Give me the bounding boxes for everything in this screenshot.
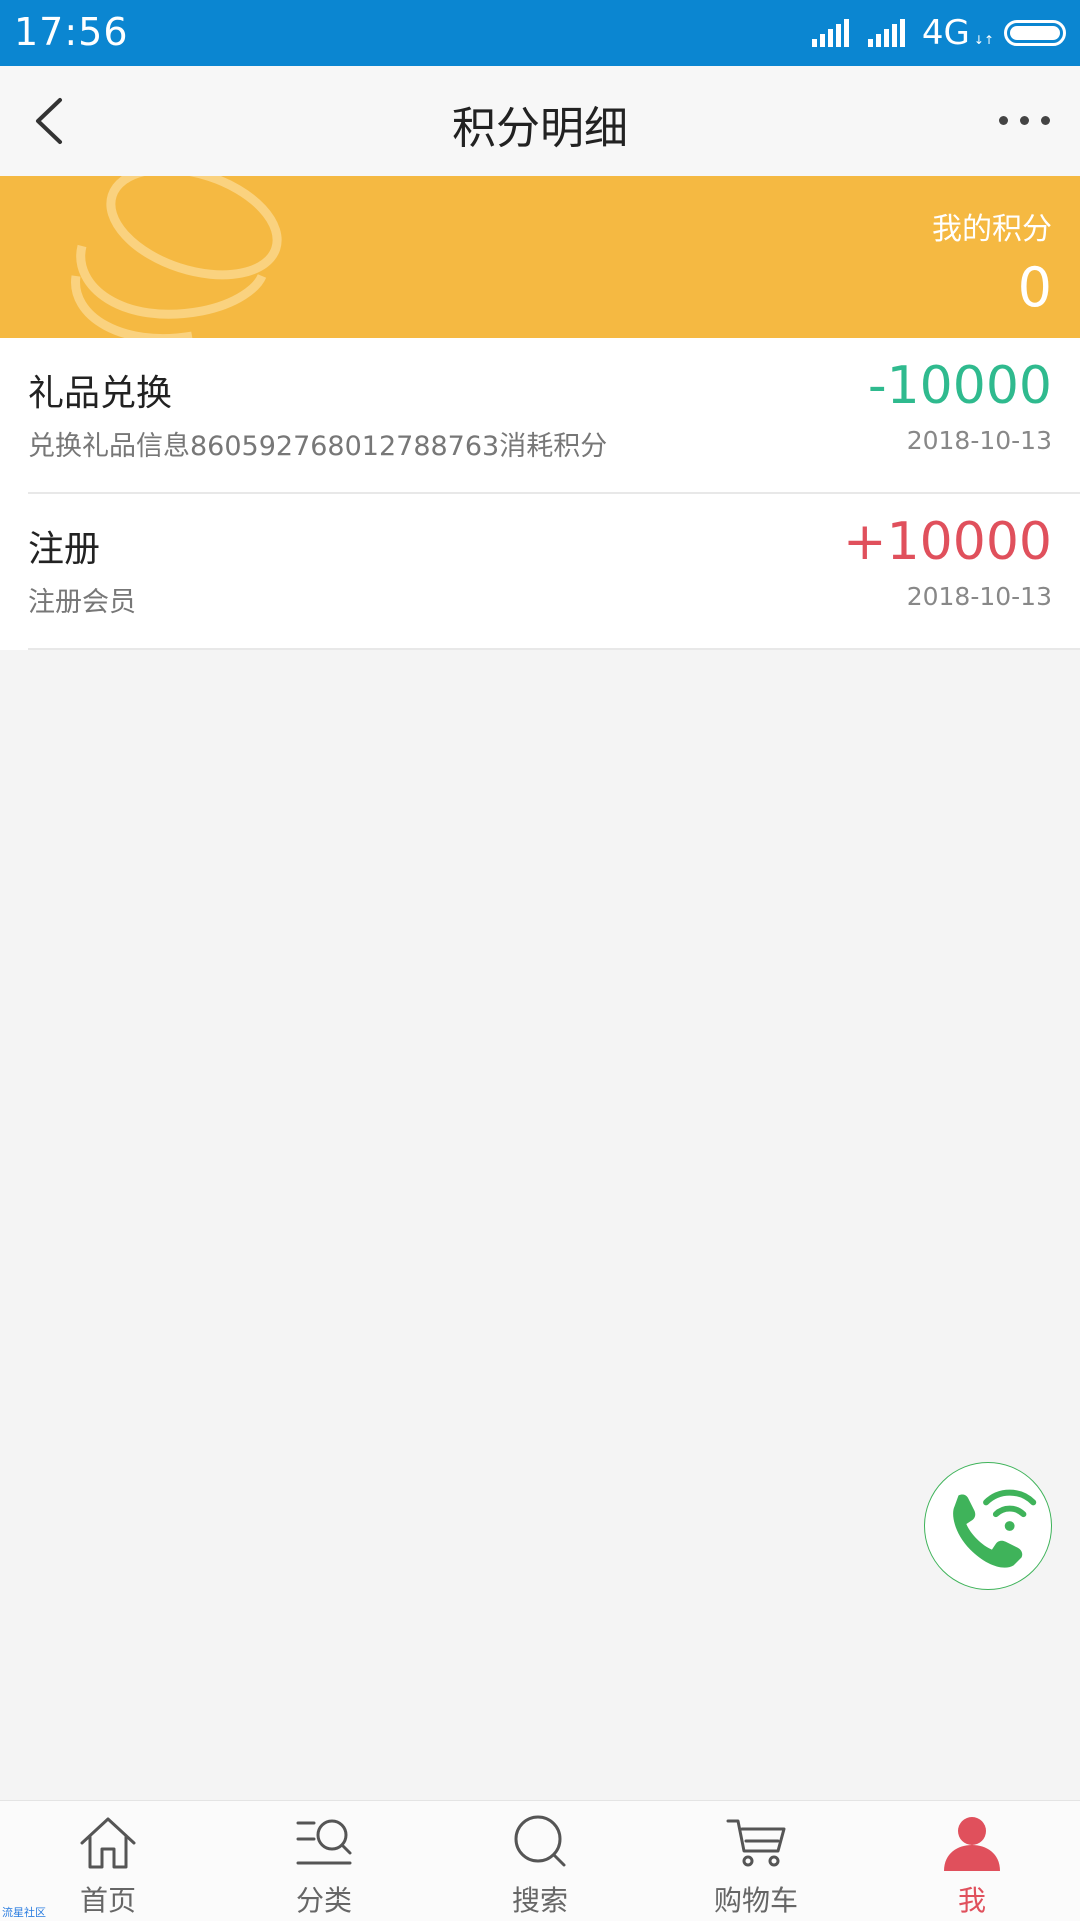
record-description: 注册会员 bbox=[28, 587, 136, 618]
record-title: 礼品兑换 bbox=[28, 373, 173, 414]
call-button[interactable] bbox=[924, 1462, 1052, 1590]
points-record-list: 礼品兑换 兑换礼品信息860592768012788763消耗积分 -10000… bbox=[0, 338, 1080, 650]
nav-bar: 积分明细 bbox=[0, 66, 1080, 177]
category-icon bbox=[296, 1819, 352, 1865]
tab-label: 搜索 bbox=[511, 1884, 568, 1917]
list-item[interactable]: 礼品兑换 兑换礼品信息860592768012788763消耗积分 -10000… bbox=[28, 338, 1080, 494]
points-banner: 我的积分 0 bbox=[0, 176, 1080, 338]
record-title: 注册 bbox=[28, 529, 101, 570]
network-type: 4G bbox=[921, 13, 970, 53]
bottom-tab-bar: 首页 分类 搜索 购物车 我 bbox=[0, 1800, 1080, 1921]
signal-icon bbox=[811, 19, 849, 47]
record-description: 兑换礼品信息860592768012788763消耗积分 bbox=[28, 431, 608, 462]
data-arrows-icon: ↓↑ bbox=[973, 33, 994, 47]
points-value: 0 bbox=[1017, 256, 1052, 319]
tab-home[interactable]: 首页 bbox=[0, 1801, 216, 1921]
coins-decoration-icon bbox=[71, 176, 282, 338]
tab-cart[interactable]: 购物车 bbox=[648, 1801, 864, 1921]
user-icon bbox=[944, 1817, 1000, 1871]
record-date: 2018-10-13 bbox=[906, 426, 1052, 455]
status-time: 17:56 bbox=[14, 10, 129, 54]
more-dot-icon bbox=[1019, 115, 1029, 125]
more-button[interactable] bbox=[982, 98, 1066, 142]
status-icons: 4G ↓↑ bbox=[810, 12, 1066, 54]
record-amount: -10000 bbox=[867, 356, 1052, 416]
tab-label: 分类 bbox=[295, 1884, 352, 1917]
more-dot-icon bbox=[998, 115, 1008, 125]
tab-me[interactable]: 我 bbox=[864, 1801, 1080, 1921]
list-item[interactable]: 注册 注册会员 +10000 2018-10-13 bbox=[28, 494, 1080, 650]
cart-icon bbox=[726, 1819, 786, 1867]
watermark: 流星社区 bbox=[2, 1906, 46, 1919]
record-amount: +10000 bbox=[843, 512, 1052, 572]
points-label: 我的积分 bbox=[932, 212, 1052, 247]
battery-icon bbox=[1004, 20, 1066, 46]
tab-category[interactable]: 分类 bbox=[216, 1801, 432, 1921]
tab-search[interactable]: 搜索 bbox=[432, 1801, 648, 1921]
more-dot-icon bbox=[1040, 115, 1050, 125]
tab-label: 我 bbox=[957, 1884, 986, 1917]
page-title: 积分明细 bbox=[452, 103, 628, 154]
signal-icon-2 bbox=[867, 19, 905, 47]
home-icon bbox=[80, 1817, 136, 1869]
record-date: 2018-10-13 bbox=[906, 582, 1052, 611]
tab-label: 购物车 bbox=[713, 1884, 798, 1917]
status-bar: 17:56 4G ↓↑ bbox=[0, 0, 1080, 66]
search-icon bbox=[514, 1815, 566, 1867]
